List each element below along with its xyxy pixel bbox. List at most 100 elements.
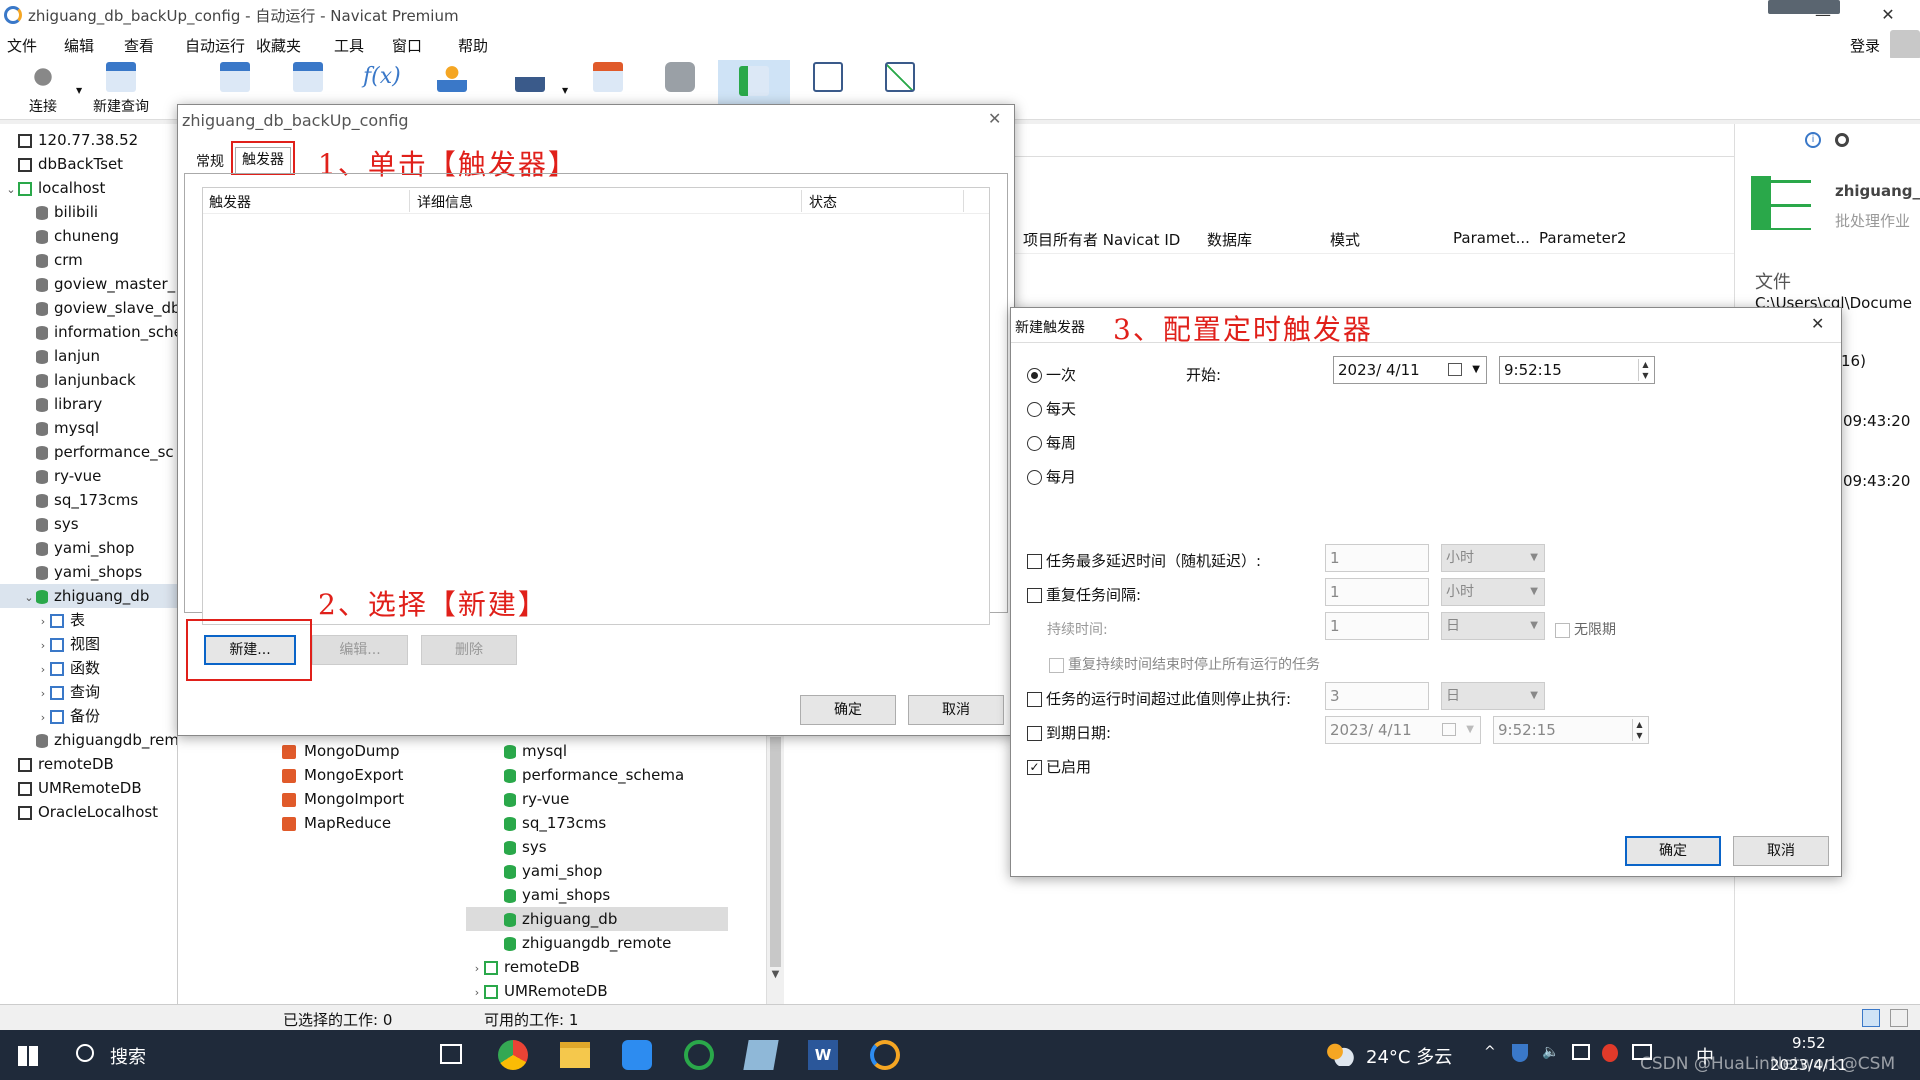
login-link[interactable]: 登录 (1850, 35, 1880, 56)
radio-daily-indicator[interactable] (1027, 402, 1042, 417)
tree-item[interactable]: performance_sc (0, 440, 177, 464)
backup-tool-button[interactable] (660, 62, 700, 96)
duration-unit-select[interactable]: 日 ▼ (1441, 612, 1545, 640)
repeat-unit-select[interactable]: 小时 ▼ (1441, 578, 1545, 606)
navicat-taskbar-icon[interactable] (870, 1040, 900, 1070)
menu-favorites[interactable]: 收藏夹 (256, 35, 301, 56)
chart-tool-button[interactable] (880, 62, 920, 96)
weather-text[interactable]: 24°C 多云 (1366, 1043, 1452, 1069)
word-icon[interactable]: W (808, 1040, 838, 1070)
list-item[interactable]: › UMRemoteDB (470, 979, 608, 1003)
chevron-right-icon[interactable]: › (36, 610, 50, 634)
col-param2[interactable]: Parameter2 (1539, 229, 1627, 247)
minimize-button[interactable]: — (1800, 2, 1846, 28)
menu-tools[interactable]: 工具 (334, 35, 364, 56)
close-window-button[interactable]: ✕ (1865, 2, 1911, 28)
expire-time-input[interactable]: 9:52:15 ▲ ▼ (1493, 716, 1649, 744)
chevron-right-icon[interactable]: › (36, 682, 50, 706)
report-tool-button[interactable] (808, 62, 848, 96)
chevron-right-icon[interactable]: › (36, 658, 50, 682)
date-dropdown-icon[interactable]: ▼ (1466, 717, 1474, 743)
chevron-right-icon[interactable]: › (36, 706, 50, 730)
list-item[interactable]: performance_schema (504, 763, 684, 787)
menu-edit[interactable]: 编辑 (64, 35, 94, 56)
list-item[interactable]: yami_shop (504, 859, 602, 883)
list-item[interactable]: MapReduce (282, 811, 391, 835)
taskbar-search-icon[interactable] (76, 1044, 94, 1062)
tree-item[interactable]: sys (0, 512, 177, 536)
start-time-input[interactable]: 9:52:15 ▲ ▼ (1499, 356, 1655, 384)
tree-item[interactable]: yami_shop (0, 536, 177, 560)
view-tool-button[interactable] (288, 62, 328, 96)
tree-item[interactable]: lanjunback (0, 368, 177, 392)
dialog-close-icon[interactable]: ✕ (988, 109, 1001, 128)
unlimited-checkbox[interactable]: 无限期 (1555, 619, 1616, 639)
taskbar-search-label[interactable]: 搜索 (110, 1043, 146, 1069)
tree-item[interactable]: chuneng (0, 224, 177, 248)
tree-item[interactable]: library (0, 392, 177, 416)
tree-item[interactable]: lanjun (0, 344, 177, 368)
chevron-down-icon[interactable]: ⌄ (22, 586, 36, 610)
chevron-right-icon[interactable]: › (36, 634, 50, 658)
tree-item[interactable]: information_sche (0, 320, 177, 344)
tray-app-icon[interactable] (1602, 1044, 1618, 1062)
delay-checkbox-box[interactable] (1027, 554, 1042, 569)
scroll-down-icon[interactable]: ▼ (767, 969, 784, 980)
calendar-icon[interactable] (1442, 723, 1456, 736)
radio-daily[interactable]: 每天 (1027, 398, 1076, 419)
connect-dropdown-icon[interactable]: ▼ (76, 86, 82, 95)
tree-item[interactable]: ⌄ localhost (0, 176, 177, 200)
time-spinner-icon[interactable]: ▲ ▼ (1632, 719, 1646, 741)
tree-item[interactable]: 120.77.38.52 (0, 128, 177, 152)
list-item[interactable]: zhiguang_db (466, 907, 728, 931)
list-item[interactable]: zhiguangdb_remote (504, 931, 671, 955)
delete-trigger-button[interactable]: 删除 (421, 635, 517, 665)
col-param1[interactable]: Paramet... (1453, 229, 1530, 247)
table-tool-button[interactable] (215, 62, 255, 96)
user-tool-button[interactable] (432, 62, 472, 96)
expire-date-picker[interactable]: 2023/ 4/11 ▼ (1325, 716, 1481, 744)
tab-general[interactable]: 常规 (196, 151, 224, 171)
stop-all-checkbox[interactable]: 重复持续时间结束时停止所有运行的任务 (1049, 654, 1320, 674)
chrome-icon[interactable] (498, 1040, 528, 1070)
tree-item[interactable]: › 备份 (0, 704, 177, 730)
tree-item[interactable]: bilibili (0, 200, 177, 224)
new-trigger-button[interactable]: 新建... (204, 635, 296, 665)
scroll-thumb[interactable] (770, 737, 781, 967)
stop-if-value-input[interactable]: 3 (1325, 682, 1429, 710)
tree-item[interactable]: goview_slave_db (0, 296, 177, 320)
list-item[interactable]: yami_shops (504, 883, 610, 907)
tools-tool-button[interactable] (510, 62, 550, 96)
radio-once-indicator[interactable] (1027, 368, 1042, 383)
windows-start-icon[interactable] (18, 1046, 38, 1066)
model-tool-button[interactable] (588, 62, 628, 96)
list-item[interactable]: MongoExport (282, 763, 403, 787)
object-list-scrollbar[interactable]: ▼ (766, 735, 784, 1005)
network-icon[interactable] (1572, 1044, 1590, 1060)
volume-icon[interactable]: 🔈 (1542, 1044, 1559, 1060)
clock-time[interactable]: 9:52 (1792, 1034, 1826, 1052)
new-query-button[interactable]: 新建查询 (88, 62, 154, 116)
menu-help[interactable]: 帮助 (458, 35, 488, 56)
tree-item[interactable]: ry-vue (0, 464, 177, 488)
tray-chevron-icon[interactable]: ^ (1484, 1044, 1496, 1060)
tree-item[interactable]: crm (0, 248, 177, 272)
chevron-right-icon[interactable]: › (470, 981, 484, 1005)
stop-if-checkbox[interactable]: 任务的运行时间超过此值则停止执行: (1027, 688, 1291, 709)
stop-all-checkbox-box[interactable] (1049, 657, 1064, 673)
expire-checkbox-box[interactable] (1027, 726, 1042, 741)
list-item[interactable]: mysql (504, 739, 567, 763)
chevron-right-icon[interactable]: › (470, 957, 484, 981)
radio-weekly-indicator[interactable] (1027, 436, 1042, 451)
calendar-icon[interactable] (1448, 363, 1462, 376)
view-detail-icon[interactable] (1890, 1009, 1908, 1027)
dialog2-close-icon[interactable]: ✕ (1811, 314, 1824, 333)
col-schema[interactable]: 模式 (1330, 229, 1360, 250)
app-blue-icon[interactable] (622, 1040, 652, 1070)
col-owner[interactable]: 项目所有者 Navicat ID (1023, 229, 1180, 250)
menu-view[interactable]: 查看 (124, 35, 154, 56)
dialog1-ok-button[interactable]: 确定 (800, 695, 896, 725)
date-dropdown-icon[interactable]: ▼ (1472, 357, 1480, 383)
col-status[interactable]: 状态 (809, 192, 837, 212)
radio-monthly[interactable]: 每月 (1027, 466, 1076, 487)
